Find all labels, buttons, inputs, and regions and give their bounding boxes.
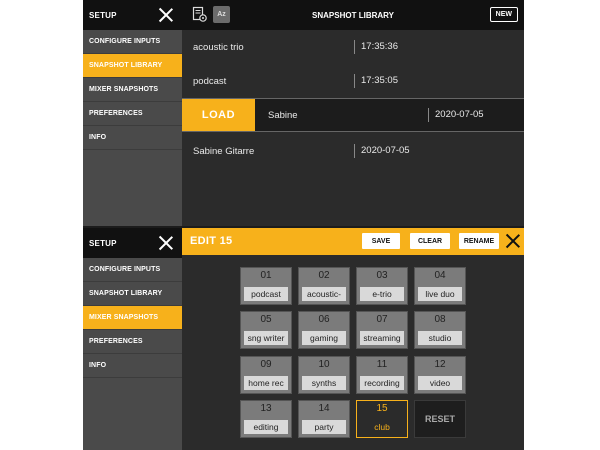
- snapshot-slot-08[interactable]: 08 studio: [414, 311, 466, 349]
- rename-button[interactable]: RENAME: [459, 233, 499, 249]
- slot-label: studio: [418, 331, 462, 345]
- reset-button[interactable]: RESET: [414, 400, 466, 438]
- sidebar-item-mixer-snapshots[interactable]: MIXER SNAPSHOTS: [83, 306, 182, 330]
- snapshot-slot-02[interactable]: 02 acoustic-: [298, 267, 350, 305]
- slot-number: 11: [376, 359, 388, 370]
- slot-label: podcast: [244, 287, 288, 301]
- slot-number: 02: [318, 270, 330, 281]
- snapshot-slot-13[interactable]: 13 editing: [240, 400, 292, 438]
- library-header: Az SNAPSHOT LIBRARY NEW: [182, 0, 524, 30]
- list-item[interactable]: podcast 17:35:05: [182, 64, 524, 98]
- snapshot-slot-12[interactable]: 12 video: [414, 356, 466, 394]
- slot-label: sng writer: [244, 331, 288, 345]
- sidebar-item-configure-inputs[interactable]: CONFIGURE INPUTS: [83, 30, 182, 54]
- app-window: SETUP CONFIGURE INPUTS SNAPSHOT LIBRARY …: [83, 0, 524, 450]
- sidebar-item-preferences[interactable]: PREFERENCES: [83, 102, 182, 126]
- slot-label: recording: [360, 376, 404, 390]
- close-icon[interactable]: [159, 236, 173, 250]
- slot-label: streaming: [360, 331, 404, 345]
- slot-number: 01: [260, 270, 272, 281]
- new-snapshot-button[interactable]: NEW: [489, 7, 518, 22]
- snapshot-time: 2020-07-05: [428, 108, 484, 122]
- slot-number: 06: [318, 314, 330, 325]
- snapshot-name: Sabine: [268, 109, 298, 121]
- slot-label: live duo: [418, 287, 462, 301]
- snapshot-slot-10[interactable]: 10 synths: [298, 356, 350, 394]
- slot-number: 08: [434, 314, 446, 325]
- close-icon[interactable]: [159, 8, 173, 22]
- snapshot-slot-06[interactable]: 06 gaming: [298, 311, 350, 349]
- snapshot-slot-01[interactable]: 01 podcast: [240, 267, 292, 305]
- slot-number: 07: [376, 314, 388, 325]
- slot-number: 09: [260, 359, 272, 370]
- slot-number: 04: [434, 270, 446, 281]
- edit-snapshot-panel: EDIT 15 SAVE CLEAR RENAME 01 podcast 02 …: [182, 228, 524, 450]
- slot-number: 05: [260, 314, 272, 325]
- clear-button[interactable]: CLEAR: [410, 233, 450, 249]
- sidebar-item-preferences[interactable]: PREFERENCES: [83, 330, 182, 354]
- slot-label: editing: [244, 420, 288, 434]
- sidebar-header: SETUP: [83, 228, 182, 258]
- snapshot-time: 2020-07-05: [354, 144, 410, 158]
- slot-label: home rec: [244, 376, 288, 390]
- snapshot-slot-05[interactable]: 05 sng writer: [240, 311, 292, 349]
- snapshot-name: podcast: [193, 75, 227, 87]
- list-item-selected[interactable]: LOAD Sabine 2020-07-05: [182, 98, 524, 132]
- setup-sidebar-top: SETUP CONFIGURE INPUTS SNAPSHOT LIBRARY …: [83, 0, 182, 226]
- slot-number: 13: [260, 403, 272, 414]
- snapshot-slot-03[interactable]: 03 e-trio: [356, 267, 408, 305]
- reset-label: RESET: [424, 414, 455, 424]
- slot-number: 03: [376, 270, 388, 281]
- slot-number: 10: [318, 359, 330, 370]
- slot-label: club: [374, 422, 390, 432]
- snapshot-name: Sabine Gitarre: [193, 145, 255, 157]
- edit-title: EDIT 15: [190, 235, 233, 247]
- snapshot-slot-14[interactable]: 14 party: [298, 400, 350, 438]
- snapshot-slot-15-active[interactable]: 15 club: [356, 400, 408, 438]
- snapshot-time: 17:35:05: [354, 74, 398, 88]
- slot-label: gaming: [302, 331, 346, 345]
- setup-sidebar-bottom: SETUP CONFIGURE INPUTS SNAPSHOT LIBRARY …: [83, 228, 182, 450]
- slot-label: acoustic-: [302, 287, 346, 301]
- load-button[interactable]: LOAD: [182, 99, 255, 131]
- snapshot-grid: 01 podcast 02 acoustic- 03 e-trio 04 liv…: [240, 267, 468, 439]
- close-icon[interactable]: [506, 234, 520, 248]
- snapshot-slot-04[interactable]: 04 live duo: [414, 267, 466, 305]
- snapshot-slot-09[interactable]: 09 home rec: [240, 356, 292, 394]
- slot-number: 12: [434, 359, 446, 370]
- slot-number: 14: [318, 403, 330, 414]
- snapshot-time: 17:35:36: [354, 40, 398, 54]
- slot-label: party: [302, 420, 346, 434]
- sidebar-item-snapshot-library[interactable]: SNAPSHOT LIBRARY: [83, 54, 182, 78]
- edit-header: EDIT 15 SAVE CLEAR RENAME: [182, 228, 524, 255]
- slot-number: 15: [376, 403, 388, 414]
- snapshot-slot-07[interactable]: 07 streaming: [356, 311, 408, 349]
- list-item[interactable]: Sabine Gitarre 2020-07-05: [182, 134, 524, 168]
- sidebar-item-configure-inputs[interactable]: CONFIGURE INPUTS: [83, 258, 182, 282]
- slot-label: e-trio: [360, 287, 404, 301]
- snapshot-name: acoustic trio: [193, 41, 244, 53]
- sidebar-item-info[interactable]: INFO: [83, 354, 182, 378]
- save-button[interactable]: SAVE: [362, 233, 400, 249]
- sidebar-header: SETUP: [83, 0, 182, 30]
- slot-label: video: [418, 376, 462, 390]
- sidebar-title: SETUP: [89, 238, 117, 248]
- slot-label: synths: [302, 376, 346, 390]
- snapshot-library-panel: Az SNAPSHOT LIBRARY NEW acoustic trio 17…: [182, 0, 524, 226]
- sidebar-item-mixer-snapshots[interactable]: MIXER SNAPSHOTS: [83, 78, 182, 102]
- sidebar-item-snapshot-library[interactable]: SNAPSHOT LIBRARY: [83, 282, 182, 306]
- library-title: SNAPSHOT LIBRARY: [312, 10, 394, 20]
- snapshot-slot-11[interactable]: 11 recording: [356, 356, 408, 394]
- list-item[interactable]: acoustic trio 17:35:36: [182, 30, 524, 64]
- sidebar-title: SETUP: [89, 10, 117, 20]
- sidebar-item-info[interactable]: INFO: [83, 126, 182, 150]
